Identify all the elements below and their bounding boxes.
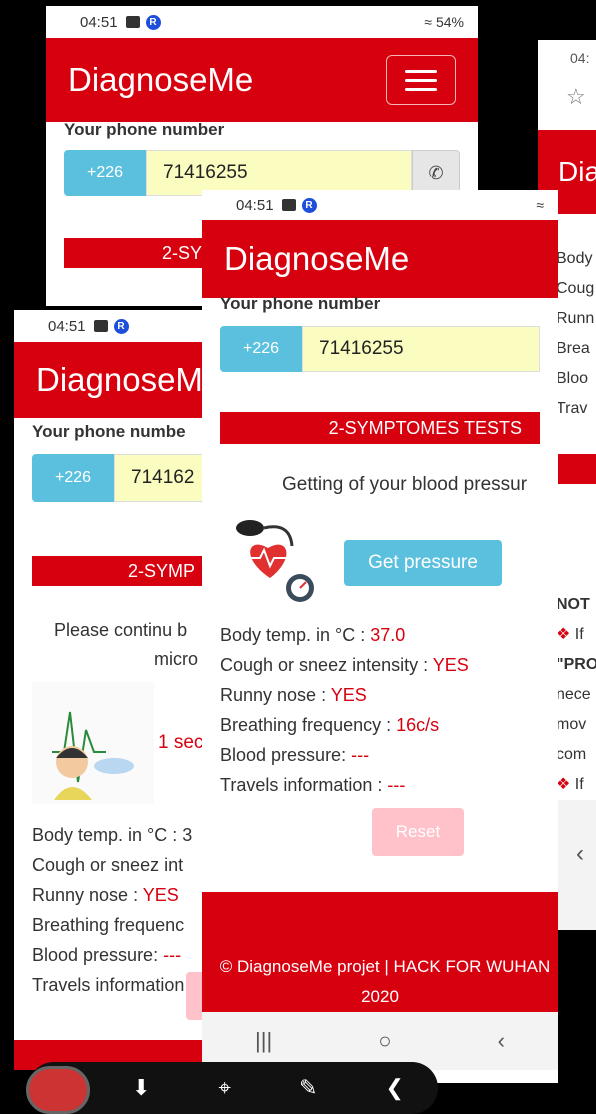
section-header: 2-SYMPTOMES TESTS: [220, 412, 540, 444]
info-icon: ❖: [556, 626, 571, 643]
phone-label: Your phone number: [64, 120, 225, 139]
battery-level: 54%: [435, 14, 464, 30]
section-title: 2-SYMPTOMES TESTS: [328, 417, 522, 438]
note-line: com: [556, 746, 587, 763]
status-time: 04:51: [236, 196, 274, 214]
app-badge-icon: R: [145, 14, 161, 30]
summary-item: Runn: [556, 310, 595, 327]
summary-item: Coug: [556, 280, 595, 297]
country-code[interactable]: +226: [32, 454, 114, 502]
navbar: DiagnoseMe: [46, 38, 478, 122]
phone-number-input[interactable]: 71416255: [302, 326, 540, 372]
app-badge-icon: R: [113, 318, 129, 334]
status-time: 04:51: [48, 317, 86, 335]
wifi-signal-icon: ≈: [424, 14, 432, 30]
section-title: 2-SYMP: [128, 560, 196, 581]
breathing-person-icon: [32, 682, 154, 804]
brand-title[interactable]: DiagnoseM: [36, 361, 203, 399]
navbar: DiagnoseMe: [202, 220, 558, 298]
back-icon[interactable]: ‹: [498, 1028, 505, 1054]
star-icon[interactable]: ☆: [538, 72, 596, 122]
status-time: 04:51: [80, 13, 118, 31]
body-temp-row: Body temp. in °C : 37.0: [220, 625, 406, 645]
timer-text: 1 sec: [158, 732, 204, 753]
note-line: ❖ If: [556, 776, 584, 793]
gallery-icon: [281, 199, 296, 211]
gallery-icon: [125, 16, 140, 28]
summary-item: Body: [556, 250, 593, 267]
country-code[interactable]: +226: [64, 150, 146, 196]
note-line: ❖ If: [556, 626, 584, 643]
status-bar: 04:51 R ≈ 54%: [46, 6, 478, 38]
screenshot-3: 04:51 R ≈ DiagnoseMe Your phone number +…: [202, 190, 558, 1083]
wifi-signal-icon: ≈: [536, 197, 544, 213]
app-badge-icon: R: [301, 197, 317, 213]
status-bar: 04:51 R ≈: [202, 190, 558, 220]
blood-pressure-icon: [236, 520, 314, 602]
breathing-row: Breathing frequency : 16c/s: [220, 715, 440, 735]
brand-title[interactable]: DiagnoseMe: [224, 240, 409, 278]
footer-year: 2020: [361, 987, 399, 1006]
brand-title[interactable]: Dia: [558, 156, 596, 188]
phone-label: Your phone number: [220, 294, 381, 313]
summary-item: Bloo: [556, 370, 589, 387]
instruction-text: Getting of your blood pressur: [282, 474, 528, 495]
status-time: 04:: [570, 50, 590, 66]
section-title: 2-SY: [162, 242, 203, 263]
travels-row: Travels information : ---: [220, 775, 406, 795]
note-line: "PRO: [556, 656, 596, 673]
summary-item: Brea: [556, 340, 590, 357]
note-line: nece: [556, 686, 591, 703]
footer-text: © DiagnoseMe projet | HACK FOR WUHAN: [219, 957, 551, 976]
summary-item: Trav: [556, 400, 588, 417]
capture-thumbnail[interactable]: [26, 1066, 90, 1114]
note-line: mov: [556, 716, 587, 733]
pressure-test: Get pressure: [202, 510, 558, 620]
country-code[interactable]: +226: [220, 326, 302, 372]
runny-nose-row: Runny nose : YES: [220, 685, 367, 705]
pressure-row: Blood pressure: ---: [220, 745, 370, 765]
gallery-icon: [93, 320, 108, 332]
info-icon: ❖: [556, 776, 571, 793]
phone-input-group: +226 71416255: [220, 326, 540, 372]
crop-icon[interactable]: ⌖: [219, 1075, 231, 1101]
cough-row: Cough or sneez intensity : YES: [220, 655, 469, 675]
recent-apps-icon[interactable]: |||: [255, 1028, 272, 1054]
menu-toggle-button[interactable]: [386, 55, 456, 105]
get-pressure-button[interactable]: Get pressure: [344, 540, 502, 586]
section-header: [556, 454, 596, 484]
reset-button[interactable]: Reset: [372, 808, 464, 856]
note-label: NOT: [556, 596, 590, 613]
home-icon[interactable]: ○: [378, 1028, 391, 1054]
capture-toolbar: ⬇ ⌖ ✎ ❮: [26, 1062, 438, 1114]
share-icon[interactable]: ❮: [385, 1075, 403, 1101]
scroll-capture-icon[interactable]: ⬇: [132, 1075, 150, 1101]
edit-pen-icon[interactable]: ✎: [299, 1075, 317, 1101]
footer: © DiagnoseMe projet | HACK FOR WUHAN 202…: [202, 892, 558, 1012]
brand-title[interactable]: DiagnoseMe: [68, 61, 253, 99]
